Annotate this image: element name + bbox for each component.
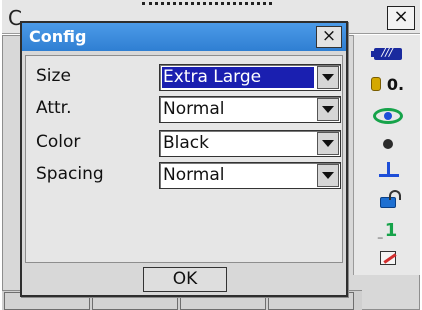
laser-status[interactable] [354, 157, 421, 183]
chevron-down-icon [322, 172, 334, 179]
battery-status[interactable]: /// [354, 41, 421, 67]
prism-icon [370, 77, 381, 91]
dialog-title: Config [29, 27, 87, 46]
field-row-color: Color Black [26, 128, 344, 158]
dialog-close-button[interactable]: × [316, 26, 342, 48]
attr-label: Attr. [36, 98, 72, 118]
lock-status[interactable] [354, 189, 421, 215]
color-value: Black [163, 133, 209, 153]
unlock-icon [379, 189, 401, 208]
mode-number-icon: _ 1 [377, 219, 398, 241]
pen-edit-icon [379, 251, 396, 265]
config-dialog: Config × Size Extra Large Attr. Normal C… [20, 21, 348, 297]
field-row-spacing: Spacing Normal [26, 160, 344, 190]
chevron-down-icon [322, 106, 334, 113]
status-strip: /// 0. _ 1 [353, 35, 420, 275]
color-select[interactable]: Black [159, 130, 341, 157]
field-row-attr: Attr. Normal [26, 94, 344, 124]
size-label: Size [36, 66, 71, 86]
attr-dropdown-button[interactable] [317, 98, 339, 121]
spacing-select[interactable]: Normal [159, 162, 341, 189]
dialog-titlebar: Config × [22, 23, 346, 51]
spacing-value: Normal [163, 165, 225, 185]
color-dropdown-button[interactable] [317, 132, 339, 155]
dialog-fields-panel: Size Extra Large Attr. Normal Color Blac… [25, 55, 343, 263]
background-app-title-decoration [142, 2, 272, 5]
spacing-dropdown-button[interactable] [317, 164, 339, 187]
laser-plummet-icon [375, 160, 401, 180]
chevron-down-icon [322, 140, 334, 147]
size-dropdown-button[interactable] [317, 66, 339, 89]
battery-icon: /// [370, 46, 402, 60]
tilt-dot-icon [382, 139, 393, 149]
prism-offset-value: 0. [386, 74, 405, 94]
prism-offset-status[interactable]: 0. [354, 71, 421, 97]
size-select[interactable]: Extra Large [159, 64, 341, 91]
input-mode-status[interactable] [354, 245, 421, 271]
target-icon [372, 108, 403, 124]
background-close-button[interactable]: × [387, 6, 415, 30]
attr-select[interactable]: Normal [159, 96, 341, 123]
mode-status[interactable]: _ 1 [354, 217, 421, 243]
size-value: Extra Large [162, 67, 314, 88]
field-row-size: Size Extra Large [26, 62, 344, 92]
dialog-footer: OK [25, 267, 343, 293]
attr-value: Normal [163, 99, 225, 119]
chevron-down-icon [322, 74, 334, 81]
target-status[interactable] [354, 103, 421, 129]
color-label: Color [36, 132, 81, 152]
ok-button[interactable]: OK [143, 267, 227, 292]
tilt-status[interactable] [354, 131, 421, 157]
spacing-label: Spacing [36, 164, 104, 184]
